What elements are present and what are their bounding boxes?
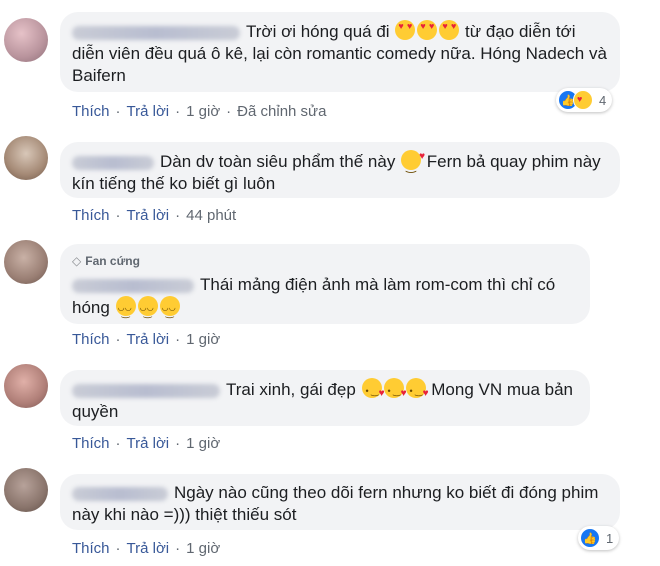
- edited-label[interactable]: Đã chỉnh sửa: [237, 103, 326, 120]
- smiling-face-icon: [115, 296, 136, 325]
- timestamp[interactable]: 1 giờ: [186, 540, 220, 557]
- reactions-summary[interactable]: 👍 4: [556, 88, 613, 112]
- face-blowing-kiss-icon: [383, 378, 407, 405]
- comment-actions: Thích · Trả lời · 1 giờ: [72, 540, 221, 557]
- smiling-face-icon: [159, 296, 180, 325]
- like-link[interactable]: Thích: [72, 207, 110, 224]
- smiling-face-icon: [137, 296, 158, 325]
- comment-text-part-1: Dàn dv toàn siêu phẩm thế này: [160, 152, 396, 171]
- care-icon: [573, 90, 593, 110]
- author-name[interactable]: [72, 278, 194, 293]
- like-link[interactable]: Thích: [72, 103, 110, 120]
- like-link[interactable]: Thích: [72, 540, 110, 557]
- comment-bubble: Trời ơi hóng quá đi từ đạo diễn tới diễn…: [60, 12, 620, 92]
- reply-link[interactable]: Trả lời: [127, 103, 170, 120]
- comment-bubble: ◇ Fan cứng Thái mảng điện ảnh mà làm rom-…: [60, 244, 590, 325]
- reply-link[interactable]: Trả lời: [127, 435, 170, 452]
- comment-bubble: Ngày nào cũng theo dõi fern nhưng ko biế…: [60, 474, 620, 530]
- author-name[interactable]: [72, 25, 240, 40]
- face-blowing-kiss-icon: [405, 378, 429, 405]
- comment-actions: Thích · Trả lời · 1 giờ · Đã chỉnh sửa: [72, 103, 327, 120]
- reaction-count: 1: [606, 530, 614, 546]
- fan-badge: ◇ Fan cứng: [72, 254, 140, 268]
- comment-actions: Thích · Trả lời · 1 giờ: [72, 435, 221, 452]
- comment-bubble: Dàn dv toàn siêu phẩm thế này Fern bả qu…: [60, 142, 620, 198]
- avatar[interactable]: [4, 240, 48, 284]
- like-icon: 👍: [580, 528, 600, 548]
- comment-bubble: Trai xinh, gái đẹp Mong VN mua bản quyền: [60, 370, 590, 426]
- avatar[interactable]: [4, 364, 48, 408]
- author-name[interactable]: [72, 155, 154, 170]
- heart-eyes-emoji-icon: [439, 20, 460, 40]
- author-name[interactable]: [72, 383, 220, 398]
- timestamp[interactable]: 1 giờ: [186, 331, 220, 348]
- comment-text-part-1: Trai xinh, gái đẹp: [226, 380, 356, 399]
- avatar[interactable]: [4, 136, 48, 180]
- reply-link[interactable]: Trả lời: [127, 207, 170, 224]
- timestamp[interactable]: 1 giờ: [186, 435, 220, 452]
- timestamp[interactable]: 44 phút: [186, 207, 236, 224]
- reply-link[interactable]: Trả lời: [127, 331, 170, 348]
- avatar[interactable]: [4, 18, 48, 62]
- reactions-summary[interactable]: 👍 1: [578, 526, 620, 550]
- heart-eyes-emoji-icon: [395, 20, 416, 40]
- like-link[interactable]: Thích: [72, 331, 110, 348]
- face-blowing-kiss-icon: [361, 378, 385, 405]
- heart-eyes-emoji-icon: [417, 20, 438, 40]
- smiling-face-with-hearts-icon: [401, 146, 425, 177]
- author-name[interactable]: [72, 486, 168, 501]
- avatar[interactable]: [4, 468, 48, 512]
- timestamp[interactable]: 1 giờ: [186, 103, 220, 120]
- comment-actions: Thích · Trả lời · 44 phút: [72, 207, 237, 224]
- reaction-count: 4: [599, 92, 607, 108]
- reply-link[interactable]: Trả lời: [127, 540, 170, 557]
- comment-text-part-1: Trời ơi hóng quá đi: [246, 22, 390, 41]
- diamond-icon: ◇: [72, 254, 82, 268]
- comment-actions: Thích · Trả lời · 1 giờ: [72, 331, 221, 348]
- like-link[interactable]: Thích: [72, 435, 110, 452]
